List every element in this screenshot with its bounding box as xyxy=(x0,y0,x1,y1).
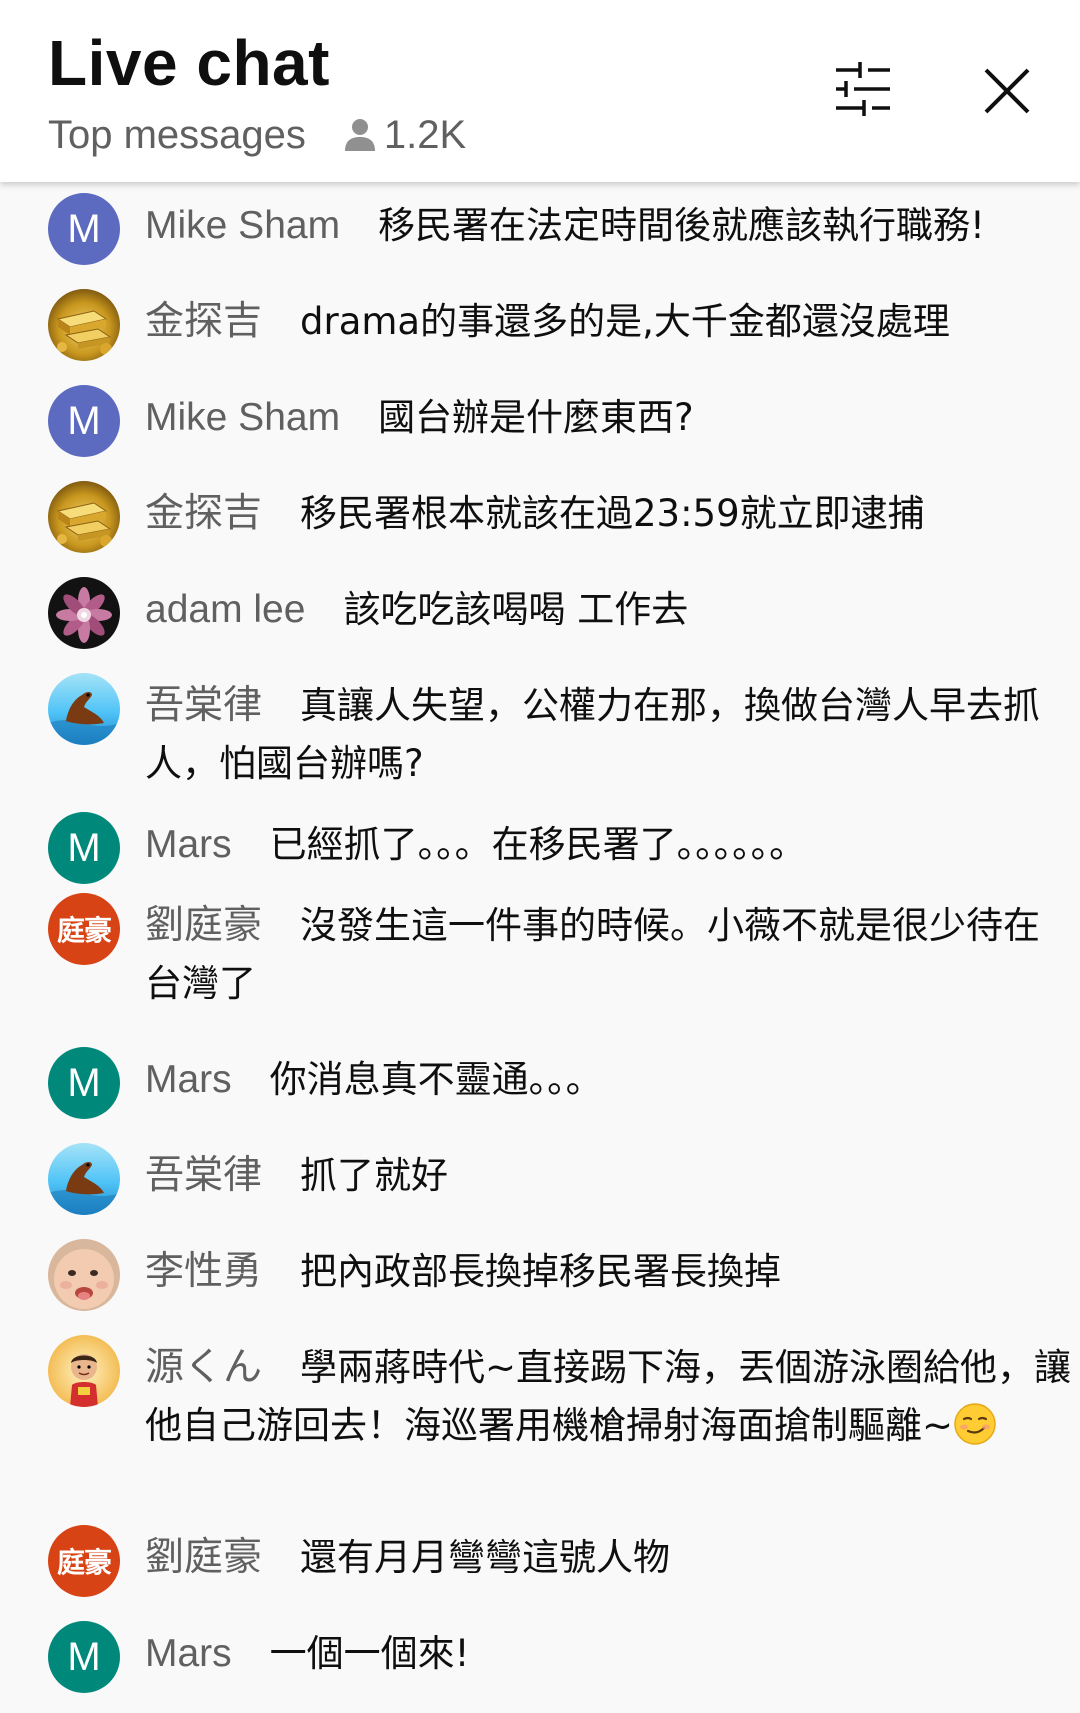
avatar[interactable] xyxy=(48,1335,120,1407)
avatar-letter: M xyxy=(67,1061,101,1105)
avatar[interactable]: 庭豪 xyxy=(48,893,120,965)
author-name[interactable]: Mike Sham xyxy=(145,204,340,247)
avatar[interactable] xyxy=(48,1143,120,1215)
message-text: 把內政部長換掉移民署長換掉 xyxy=(300,1250,782,1293)
chat-mode-label: Top messages xyxy=(48,112,306,157)
chat-mode-selector[interactable]: Top messages 1.2K xyxy=(48,110,466,160)
smirking-face-emoji-icon xyxy=(954,1403,996,1445)
avatar[interactable]: M xyxy=(48,193,120,265)
message-body: Mars 一個一個來! xyxy=(145,1625,1075,1683)
message-body: 金探吉 drama的事還多的是,大千金都還沒處理 xyxy=(145,293,1075,351)
message-text: 學兩蔣時代~直接踢下海，丟個游泳圈給他，讓他自己游回去！海巡署用機槍掃射海面搶制… xyxy=(145,1346,1072,1447)
message-text: 已經抓了。。。在移民署了。。。。。。 xyxy=(269,823,807,866)
message-body: 劉庭豪 沒發生這一件事的時候。小薇不就是很少待在台灣了 xyxy=(145,897,1075,1013)
close-icon xyxy=(984,68,1030,114)
gold-bars-avatar-image xyxy=(48,481,120,553)
avatar[interactable]: 庭豪 xyxy=(48,1525,120,1597)
avatar[interactable] xyxy=(48,289,120,361)
message-text: 移民署在法定時間後就應該執行職務! xyxy=(378,204,985,247)
author-name[interactable]: Mars xyxy=(145,823,232,866)
message-text: 國台辦是什麼東西? xyxy=(378,396,694,439)
author-name[interactable]: 金探吉 xyxy=(145,492,262,535)
message-body: 吾棠律 抓了就好 xyxy=(145,1147,1075,1205)
chat-title: Live chat xyxy=(48,27,330,99)
author-name[interactable]: Mars xyxy=(145,1632,232,1675)
message-body: 吾棠律 真讓人失望，公權力在那，換做台灣人早去抓人，怕國台辦嗎? xyxy=(145,677,1075,793)
avatar-letter: M xyxy=(67,207,101,251)
message-body: Mars 你消息真不靈通。。。 xyxy=(145,1051,1075,1109)
avatar-initials: 庭豪 xyxy=(56,1547,112,1578)
person-icon xyxy=(344,119,375,151)
flower-avatar-image xyxy=(48,577,120,649)
close-button[interactable] xyxy=(972,56,1042,126)
message-text: 抓了就好 xyxy=(300,1154,449,1197)
viewer-count: 1.2K xyxy=(344,113,466,158)
message-text: 還有月月彎彎這號人物 xyxy=(300,1536,671,1579)
chat-header: Live chat Top messages 1.2K xyxy=(0,0,1080,182)
avatar[interactable]: M xyxy=(48,812,120,884)
message-text: 一個一個來! xyxy=(269,1632,470,1675)
avatar[interactable] xyxy=(48,481,120,553)
sea-lion-avatar-image xyxy=(48,1143,120,1215)
avatar[interactable] xyxy=(48,673,120,745)
author-name[interactable]: 李性勇 xyxy=(145,1250,262,1293)
message-body: 劉庭豪 還有月月彎彎這號人物 xyxy=(145,1529,1075,1587)
avatar-letter: M xyxy=(67,399,101,443)
filter-sliders-icon xyxy=(836,62,890,116)
baby-face-avatar-image xyxy=(48,1239,120,1311)
chat-message-list[interactable]: M Mike Sham 移民署在法定時間後就應該執行職務! 金探吉 drama的… xyxy=(0,182,1080,1713)
author-name[interactable]: 劉庭豪 xyxy=(145,1536,262,1579)
message-body: Mike Sham 移民署在法定時間後就應該執行職務! xyxy=(145,197,1075,255)
author-name[interactable]: 源くん xyxy=(145,1346,262,1389)
author-name[interactable]: 吾棠律 xyxy=(145,1154,262,1197)
author-name[interactable]: Mike Sham xyxy=(145,396,340,439)
message-text: 你消息真不靈通。。。 xyxy=(269,1058,603,1101)
message-text: 該吃吃該喝喝 工作去 xyxy=(343,588,689,631)
author-name[interactable]: 劉庭豪 xyxy=(145,904,262,947)
message-body: Mars 已經抓了。。。在移民署了。。。。。。 xyxy=(145,816,1075,874)
gold-bars-avatar-image xyxy=(48,289,120,361)
author-name[interactable]: 吾棠律 xyxy=(145,684,262,727)
message-body: 源くん 學兩蔣時代~直接踢下海，丟個游泳圈給他，讓他自己游回去！海巡署用機槍掃射海… xyxy=(145,1339,1075,1455)
avatar[interactable] xyxy=(48,577,120,649)
avatar[interactable]: M xyxy=(48,385,120,457)
message-text: 沒發生這一件事的時候。小薇不就是很少待在台灣了 xyxy=(145,904,1041,1005)
avatar[interactable]: M xyxy=(48,1047,120,1119)
message-text: drama的事還多的是,大千金都還沒處理 xyxy=(300,300,950,343)
author-name[interactable]: Mars xyxy=(145,1058,232,1101)
avatar-letter: M xyxy=(67,826,101,870)
avatar[interactable] xyxy=(48,1239,120,1311)
message-text: 移民署根本就該在過23:59就立即逮捕 xyxy=(300,492,925,535)
cartoon-boy-avatar-image xyxy=(48,1335,120,1407)
author-name[interactable]: adam lee xyxy=(145,588,305,631)
avatar-initials: 庭豪 xyxy=(56,915,112,946)
viewer-count-value: 1.2K xyxy=(383,112,467,157)
avatar-letter: M xyxy=(67,1635,101,1679)
message-body: 金探吉 移民署根本就該在過23:59就立即逮捕 xyxy=(145,485,1075,543)
sea-lion-avatar-image xyxy=(48,673,120,745)
message-text: 真讓人失望，公權力在那，換做台灣人早去抓人，怕國台辦嗎? xyxy=(145,684,1041,785)
filter-button[interactable] xyxy=(826,54,896,124)
author-name[interactable]: 金探吉 xyxy=(145,300,262,343)
message-body: Mike Sham 國台辦是什麼東西? xyxy=(145,389,1075,447)
message-body: adam lee 該吃吃該喝喝 工作去 xyxy=(145,581,1075,639)
message-body: 李性勇 把內政部長換掉移民署長換掉 xyxy=(145,1243,1075,1301)
avatar[interactable]: M xyxy=(48,1621,120,1693)
